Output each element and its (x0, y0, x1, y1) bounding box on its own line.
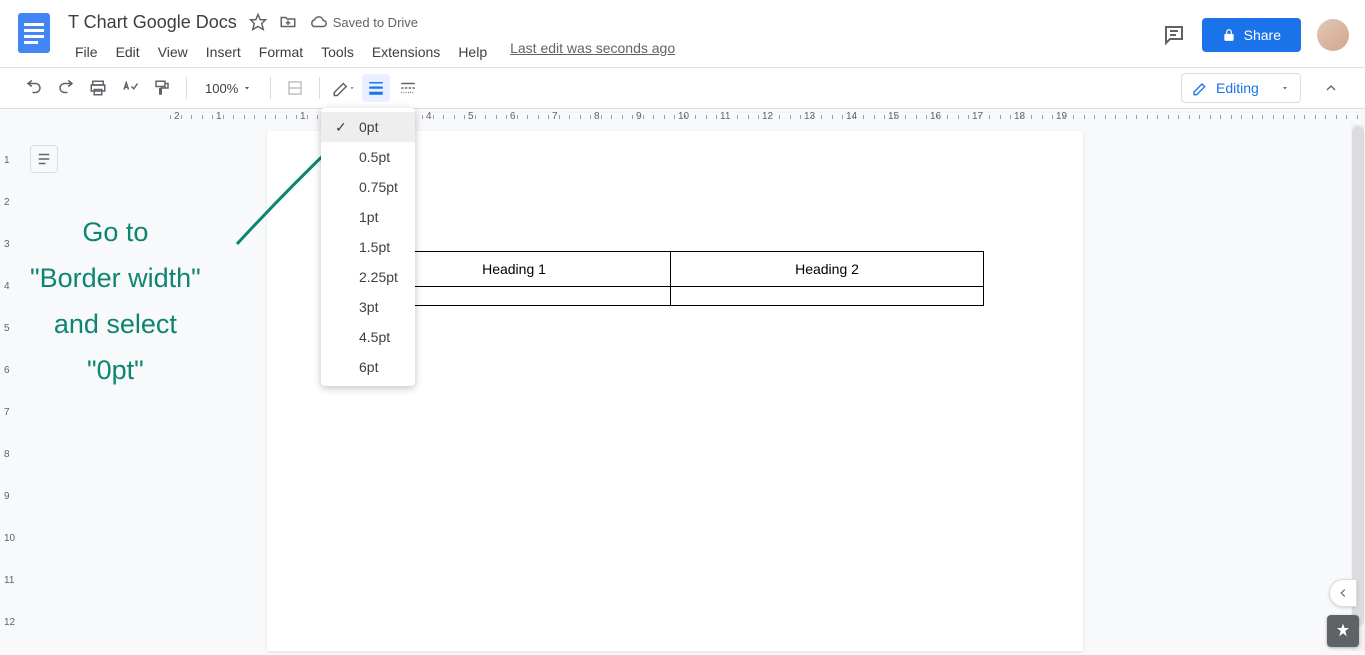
menu-help[interactable]: Help (451, 40, 494, 64)
fill-color-button[interactable] (281, 74, 309, 102)
redo-button[interactable] (52, 74, 80, 102)
paint-format-button[interactable] (148, 74, 176, 102)
separator (270, 77, 271, 99)
table-cell-h2[interactable]: Heading 2 (671, 252, 984, 287)
move-icon[interactable] (279, 13, 297, 31)
border-width-button[interactable] (362, 74, 390, 102)
border-width-option[interactable]: 3pt (321, 292, 415, 322)
border-width-option[interactable]: 0.75pt (321, 172, 415, 202)
separator (319, 77, 320, 99)
undo-button[interactable] (20, 74, 48, 102)
border-width-option[interactable]: 0.5pt (321, 142, 415, 172)
annotation-text: Go to "Border width" and select "0pt" (30, 210, 201, 394)
comments-icon[interactable] (1162, 23, 1186, 47)
menu-edit[interactable]: Edit (109, 40, 147, 64)
document-area: 123456789101112 Heading 1Heading 2 (0, 125, 1365, 655)
bottom-right-controls (1327, 579, 1359, 647)
header: T Chart Google Docs Saved to Drive File … (0, 0, 1365, 68)
explore-button[interactable] (1327, 615, 1359, 647)
docs-logo[interactable] (14, 8, 54, 58)
t-chart-table[interactable]: Heading 1Heading 2 (357, 251, 984, 306)
menu-tools[interactable]: Tools (314, 40, 361, 64)
last-edit-link[interactable]: Last edit was seconds ago (510, 40, 675, 64)
border-width-option[interactable]: 0pt (321, 112, 415, 142)
document-title[interactable]: T Chart Google Docs (68, 12, 237, 33)
star-icon[interactable] (249, 13, 267, 31)
menu-file[interactable]: File (68, 40, 105, 64)
collapse-toolbar-button[interactable] (1317, 74, 1345, 102)
border-width-option[interactable]: 4.5pt (321, 322, 415, 352)
menu-extensions[interactable]: Extensions (365, 40, 447, 64)
scrollbar-thumb[interactable] (1352, 126, 1364, 626)
title-row: T Chart Google Docs Saved to Drive (68, 8, 1162, 36)
horizontal-ruler[interactable]: 2112345678910111213141516171819 (0, 109, 1365, 125)
menu-format[interactable]: Format (252, 40, 310, 64)
user-avatar[interactable] (1317, 19, 1349, 51)
separator (186, 77, 187, 99)
editing-mode-button[interactable]: Editing (1181, 73, 1301, 103)
border-width-option[interactable]: 2.25pt (321, 262, 415, 292)
save-status[interactable]: Saved to Drive (309, 13, 418, 31)
outline-toggle[interactable] (30, 145, 58, 173)
border-width-dropdown: 0pt0.5pt0.75pt1pt1.5pt2.25pt3pt4.5pt6pt (321, 108, 415, 386)
share-button[interactable]: Share (1202, 18, 1301, 52)
menu-insert[interactable]: Insert (199, 40, 248, 64)
print-button[interactable] (84, 74, 112, 102)
border-style-button[interactable] (394, 74, 422, 102)
table-cell[interactable] (671, 287, 984, 306)
share-label: Share (1244, 27, 1281, 43)
zoom-selector[interactable]: 100% (197, 77, 260, 100)
border-color-button[interactable] (330, 74, 358, 102)
side-panel-toggle[interactable] (1329, 579, 1357, 607)
border-width-option[interactable]: 6pt (321, 352, 415, 382)
vertical-scrollbar[interactable] (1351, 124, 1365, 651)
header-right: Share (1162, 18, 1349, 52)
toolbar: 100% Editing (0, 68, 1365, 109)
border-width-option[interactable]: 1.5pt (321, 232, 415, 262)
spellcheck-button[interactable] (116, 74, 144, 102)
save-status-text: Saved to Drive (333, 15, 418, 30)
menu-view[interactable]: View (151, 40, 195, 64)
vertical-ruler[interactable]: 123456789101112 (0, 125, 16, 655)
menu-bar: File Edit View Insert Format Tools Exten… (68, 40, 1162, 64)
title-area: T Chart Google Docs Saved to Drive File … (68, 8, 1162, 64)
border-width-option[interactable]: 1pt (321, 202, 415, 232)
